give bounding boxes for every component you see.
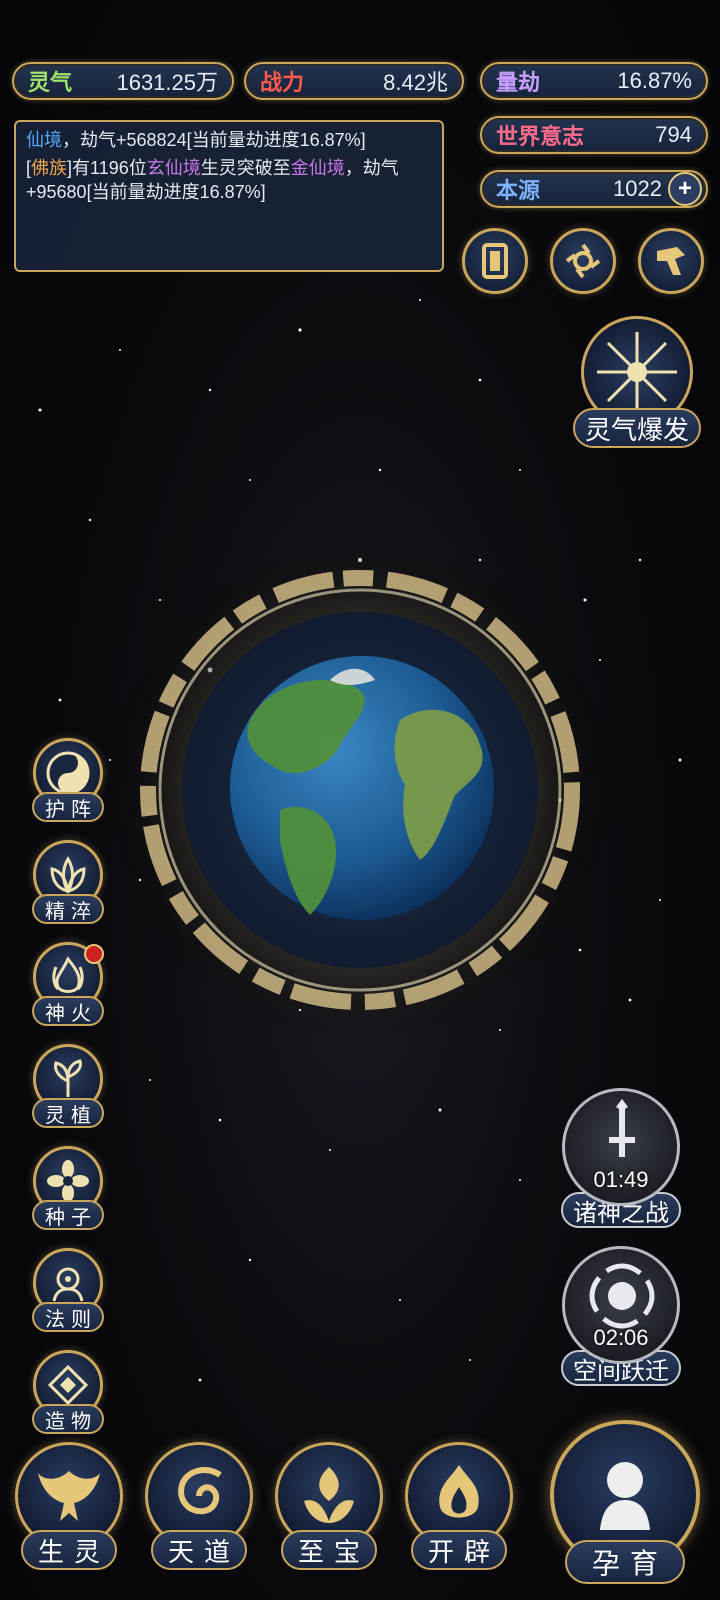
nav-kai-pi[interactable]: 开辟: [400, 1442, 518, 1592]
log-place: 仙境: [26, 130, 62, 150]
vortex-button[interactable]: [550, 228, 616, 294]
flame-icon: [52, 956, 84, 993]
zhanli-label: 战力: [260, 70, 305, 95]
burst-icon: [597, 332, 677, 412]
jump-orb: 02:06: [562, 1246, 680, 1364]
nav-label: 至宝: [281, 1530, 377, 1570]
log-line: [佛族]有1196位玄仙境生灵突破至金仙境，劫气+95680[当前量劫进度16.…: [26, 156, 432, 204]
war-timer: 01:49: [593, 1167, 649, 1192]
hammer-button[interactable]: [638, 228, 704, 294]
treasure-icon: [304, 1467, 354, 1523]
nav-label: 孕育: [565, 1540, 685, 1584]
shijie-label: 世界意志: [496, 124, 585, 149]
plant-icon: [54, 1059, 82, 1097]
log-line: 仙境，劫气+568824[当前量劫进度16.87%]: [26, 128, 432, 152]
notification-badge: [84, 944, 104, 964]
world-planet[interactable]: [100, 530, 620, 1050]
lingqi-label: 灵气: [28, 70, 73, 95]
nav-tian-dao[interactable]: 天道: [140, 1442, 258, 1592]
skill-label: 法则: [32, 1302, 104, 1332]
lingqi-value: 1631.25万: [116, 70, 218, 95]
diamond-icon: [47, 1364, 89, 1406]
event-log: 仙境，劫气+568824[当前量劫进度16.87%] [佛族]有1196位玄仙境…: [14, 120, 444, 272]
sword-icon: [609, 1099, 635, 1157]
vortex-icon: [565, 243, 601, 279]
liangjie-value: 16.87%: [617, 68, 692, 93]
skill-label: 种子: [32, 1200, 104, 1230]
nav-label: 开辟: [411, 1530, 507, 1570]
hammer-icon: [657, 247, 685, 275]
shijie-value: 794: [655, 122, 692, 147]
benyuan-pill: 本源 1022 +: [480, 170, 708, 208]
nav-label: 生灵: [21, 1530, 117, 1570]
nav-sheng-ling[interactable]: 生灵: [10, 1442, 128, 1592]
spirit-burst-button[interactable]: 灵气爆发: [572, 316, 702, 456]
skill-jing-cui[interactable]: 精淬: [26, 840, 110, 932]
portal-icon: [589, 1263, 655, 1329]
card-icon: [482, 243, 508, 279]
nav-zhi-bao[interactable]: 至宝: [270, 1442, 388, 1592]
skill-zao-wu[interactable]: 造物: [26, 1350, 110, 1442]
burst-label: 灵气爆发: [572, 408, 701, 448]
log-realm: 金仙境: [290, 158, 345, 178]
skill-fa-ze[interactable]: 法则: [26, 1248, 110, 1340]
skill-hu-zhen[interactable]: 护阵: [26, 738, 110, 830]
skill-label: 精淬: [32, 894, 104, 924]
flower-icon: [47, 1160, 89, 1202]
shijie-pill: 世界意志 794: [480, 116, 708, 154]
nav-label: 天道: [151, 1530, 247, 1570]
skill-label: 神火: [32, 996, 104, 1026]
swirl-icon: [178, 1467, 222, 1515]
log-text: ]有1196位: [67, 158, 147, 178]
lotus-icon: [50, 856, 86, 894]
jump-timer: 02:06: [593, 1325, 649, 1350]
phoenix-icon: [38, 1471, 100, 1521]
law-icon: [52, 1267, 84, 1302]
skill-label: 护阵: [32, 792, 104, 822]
log-text: ，劫气+568824[当前量劫进度16.87%]: [62, 130, 366, 150]
yin-yang-icon: [46, 751, 90, 795]
skill-label: 造物: [32, 1404, 104, 1434]
space-jump-button[interactable]: 02:06 空间跃迁: [556, 1246, 686, 1386]
skill-label: 灵植: [32, 1098, 104, 1128]
log-text: 生灵突破至: [200, 158, 291, 178]
zhanli-pill: 战力 8.42兆: [244, 62, 464, 100]
skill-shen-huo[interactable]: 神火: [26, 942, 110, 1034]
liangjie-label: 量劫: [496, 70, 541, 95]
war-of-gods-button[interactable]: 01:49 诸神之战: [556, 1088, 686, 1228]
log-realm: 玄仙境: [146, 158, 201, 178]
war-orb: 01:49: [562, 1088, 680, 1206]
spirit-icon: [600, 1462, 650, 1530]
skill-zhong-zi[interactable]: 种子: [26, 1146, 110, 1238]
flame-icon: [439, 1465, 479, 1518]
skill-ling-zhi[interactable]: 灵植: [26, 1044, 110, 1136]
benyuan-label: 本源: [496, 178, 541, 203]
benyuan-value: 1022: [613, 176, 662, 201]
zhanli-value: 8.42兆: [383, 70, 448, 95]
add-benyuan-button[interactable]: +: [668, 172, 702, 206]
lingqi-pill: 灵气 1631.25万: [12, 62, 234, 100]
card-button[interactable]: [462, 228, 528, 294]
nav-yun-yu[interactable]: 孕育: [540, 1420, 710, 1590]
log-race: 佛族: [31, 158, 68, 178]
liangjie-pill: 量劫 16.87%: [480, 62, 708, 100]
